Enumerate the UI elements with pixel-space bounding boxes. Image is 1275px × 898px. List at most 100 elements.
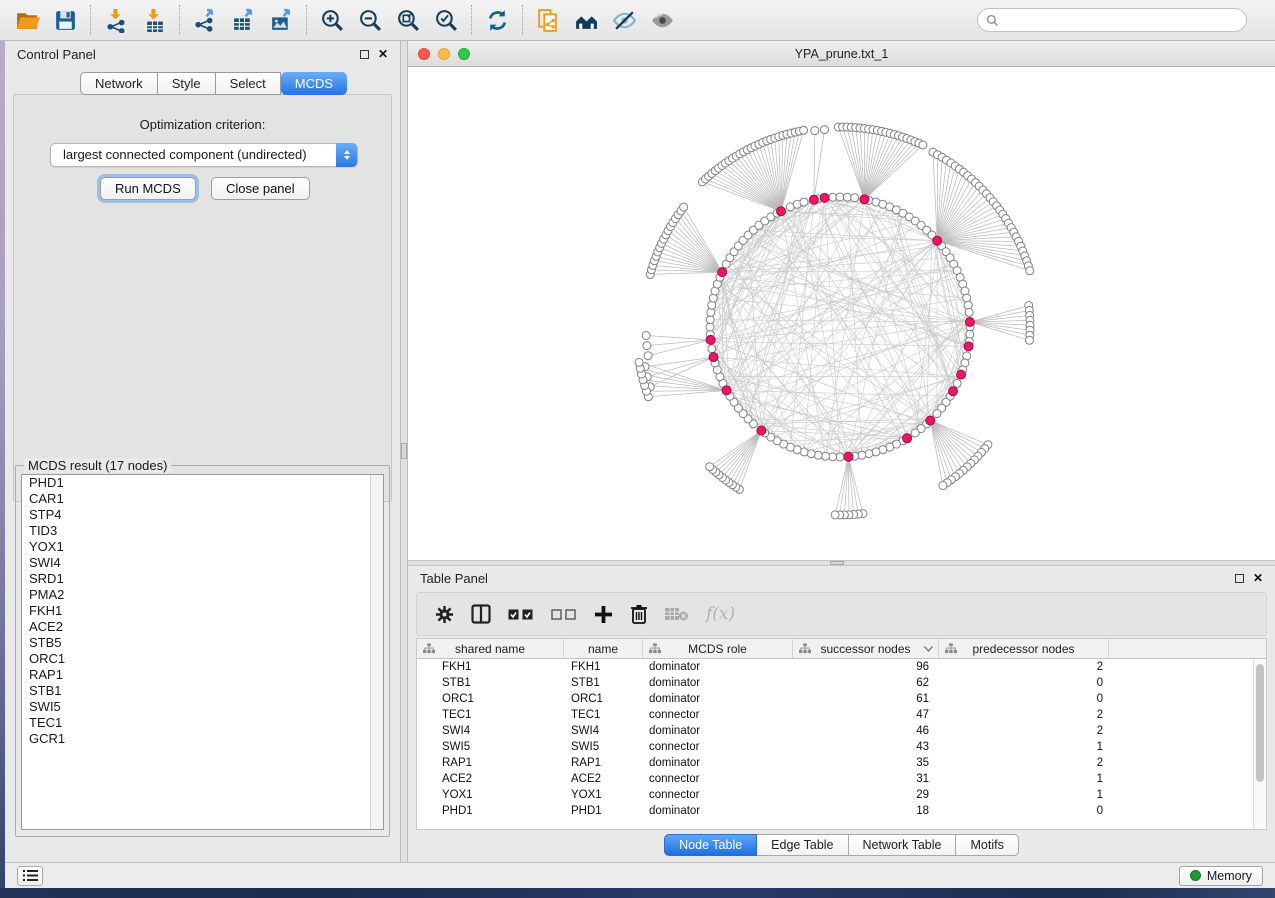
table-cell: 61 [793, 691, 939, 707]
mcds-result-item[interactable]: ACE2 [22, 619, 383, 635]
zoom-selected-icon[interactable] [427, 4, 465, 36]
table-row[interactable]: RAP1RAP1dominator352 [417, 755, 1266, 771]
column-header-MCDS-role[interactable]: MCDS role [643, 639, 793, 658]
table-row[interactable]: FKH1FKH1dominator962 [417, 659, 1266, 675]
tab-select[interactable]: Select [216, 72, 281, 95]
network-graph[interactable] [408, 67, 1275, 560]
add-column-icon[interactable] [594, 605, 613, 624]
float-panel-icon[interactable] [360, 50, 369, 59]
table-row[interactable]: ORC1ORC1dominator610 [417, 691, 1266, 707]
mcds-result-list[interactable]: PHD1CAR1STP4TID3YOX1SWI4SRD1PMA2FKH1ACE2… [21, 474, 384, 830]
table-cell: 35 [793, 755, 939, 771]
export-table-icon[interactable] [224, 4, 262, 36]
mcds-result-item[interactable]: TEC1 [22, 715, 383, 731]
mcds-result-item[interactable]: SRD1 [22, 571, 383, 587]
zoom-out-icon[interactable] [351, 4, 389, 36]
dominator-node [709, 353, 718, 362]
tab-network-table[interactable]: Network Table [849, 834, 957, 856]
mcds-result-item[interactable]: SWI4 [22, 555, 383, 571]
dominator-node [722, 386, 731, 395]
table-cell: SWI4 [417, 723, 564, 739]
scrollbar-thumb[interactable] [1256, 664, 1264, 782]
network-title: YPA_prune.txt_1 [408, 47, 1275, 61]
tab-edge-table[interactable]: Edge Table [757, 834, 848, 856]
mcds-result-item[interactable]: TID3 [22, 523, 383, 539]
mcds-list-scrollbar[interactable] [370, 475, 383, 829]
select-all-checkboxes-icon[interactable] [508, 608, 534, 621]
table-row[interactable]: YOX1YOX1connector291 [417, 787, 1266, 803]
column-header-successor-nodes[interactable]: successor nodes [793, 639, 939, 658]
duplicate-network-icon[interactable] [529, 4, 567, 36]
dominator-node [860, 195, 869, 204]
tab-style[interactable]: Style [158, 72, 216, 95]
mcds-result-item[interactable]: STB5 [22, 635, 383, 651]
table-cell: SWI5 [417, 739, 564, 755]
close-panel-icon[interactable]: ✕ [1253, 573, 1263, 583]
delete-table-icon [665, 606, 689, 622]
tab-mcds[interactable]: MCDS [281, 72, 347, 95]
mcds-result-item[interactable]: STB1 [22, 683, 383, 699]
mcds-result-item[interactable]: ORC1 [22, 651, 383, 667]
dominator-node [844, 452, 853, 461]
search-input[interactable] [1005, 13, 1238, 27]
tab-node-table[interactable]: Node Table [664, 834, 757, 856]
dominator-node [706, 335, 715, 344]
splitter-handle[interactable] [401, 443, 407, 459]
column-layout-icon[interactable] [471, 604, 491, 624]
tab-motifs[interactable]: Motifs [956, 834, 1018, 856]
mcds-result-item[interactable]: RAP1 [22, 667, 383, 683]
refresh-layout-icon[interactable] [478, 4, 516, 36]
import-network-icon[interactable] [97, 4, 135, 36]
dominator-node [965, 318, 974, 327]
first-neighbors-icon[interactable] [567, 4, 605, 36]
table-cell: 47 [793, 707, 939, 723]
table-row[interactable]: STB1STB1dominator620 [417, 675, 1266, 691]
vertical-splitter[interactable] [400, 41, 408, 862]
run-mcds-button[interactable]: Run MCDS [100, 177, 196, 200]
mcds-result-item[interactable]: FKH1 [22, 603, 383, 619]
memory-button[interactable]: Memory [1179, 866, 1263, 886]
table-row[interactable]: TEC1TEC1connector472 [417, 707, 1266, 723]
zoom-fit-icon[interactable] [389, 4, 427, 36]
export-image-icon[interactable] [262, 4, 300, 36]
dominator-node [964, 342, 973, 351]
table-cell: TEC1 [417, 707, 564, 723]
hide-selected-icon[interactable] [605, 4, 643, 36]
column-header-shared-name[interactable]: shared name [417, 639, 564, 658]
mcds-result-item[interactable]: CAR1 [22, 491, 383, 507]
mcds-result-group: MCDS result (17 nodes) PHD1CAR1STP4TID3Y… [15, 465, 390, 837]
float-panel-icon[interactable] [1235, 574, 1244, 583]
table-row[interactable]: SWI4SWI4dominator462 [417, 723, 1266, 739]
mcds-result-item[interactable]: PMA2 [22, 587, 383, 603]
column-header-predecessor-nodes[interactable]: predecessor nodes [939, 639, 1109, 658]
table-row[interactable]: PHD1PHD1dominator180 [417, 803, 1266, 819]
save-session-icon[interactable] [46, 4, 84, 36]
table-cell: 0 [939, 803, 1109, 819]
network-canvas[interactable] [408, 67, 1275, 560]
zoom-in-icon[interactable] [313, 4, 351, 36]
delete-column-icon[interactable] [630, 604, 648, 624]
mcds-result-item[interactable]: YOX1 [22, 539, 383, 555]
column-header-name[interactable]: name [564, 639, 643, 658]
table-cell: 2 [939, 707, 1109, 723]
table-row[interactable]: ACE2ACE2connector311 [417, 771, 1266, 787]
close-panel-button[interactable]: Close panel [211, 177, 310, 200]
export-network-icon[interactable] [186, 4, 224, 36]
table-settings-icon[interactable] [435, 605, 454, 624]
tab-network[interactable]: Network [80, 72, 158, 95]
import-table-icon[interactable] [135, 4, 173, 36]
mcds-result-item[interactable]: SWI5 [22, 699, 383, 715]
close-panel-icon[interactable]: ✕ [378, 49, 388, 59]
optimization-criterion-select[interactable]: largest connected component (undirected) [50, 143, 358, 167]
mcds-result-item[interactable]: PHD1 [22, 475, 383, 491]
mcds-result-item[interactable]: GCR1 [22, 731, 383, 747]
mcds-result-item[interactable]: STP4 [22, 507, 383, 523]
show-all-icon[interactable] [643, 4, 681, 36]
table-row[interactable]: SWI5SWI5connector431 [417, 739, 1266, 755]
task-history-button[interactable] [17, 866, 43, 886]
table-cell: 96 [793, 659, 939, 675]
splitter-handle[interactable] [830, 561, 844, 565]
deselect-all-checkboxes-icon[interactable] [551, 608, 577, 621]
open-file-icon[interactable] [8, 4, 46, 36]
table-scrollbar[interactable] [1253, 659, 1266, 829]
